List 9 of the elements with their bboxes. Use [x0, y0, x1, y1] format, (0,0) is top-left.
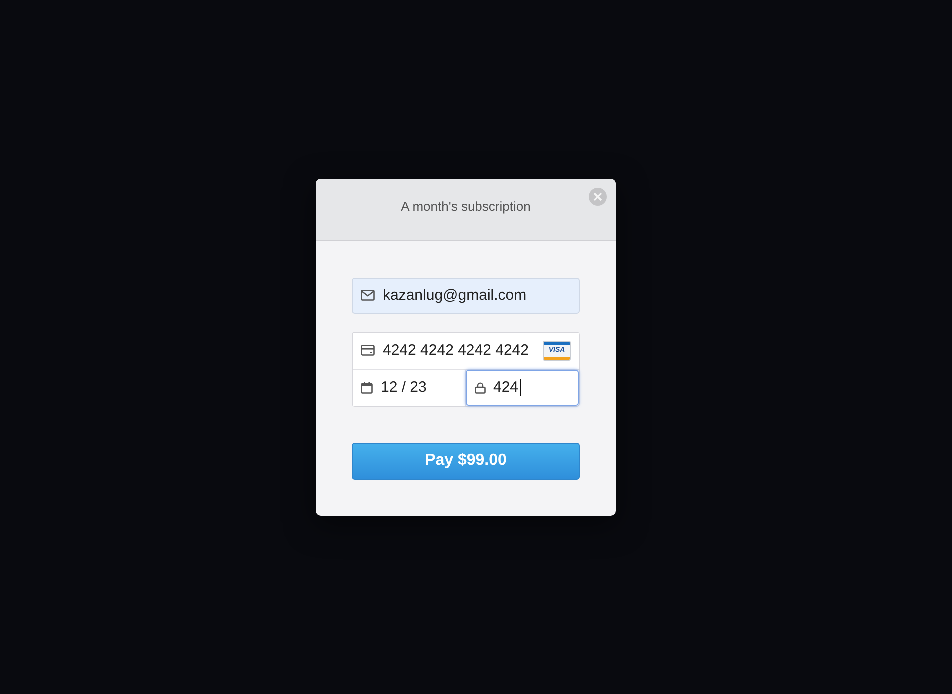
mail-icon: [361, 290, 375, 301]
close-icon[interactable]: [589, 188, 607, 206]
lock-icon: [474, 382, 486, 394]
dialog-title: A month's subscription: [401, 198, 531, 214]
cvc-field[interactable]: 424: [466, 370, 579, 406]
email-field[interactable]: kazanlug@gmail.com: [352, 278, 580, 314]
credit-card-icon: [361, 345, 375, 356]
calendar-icon: [361, 382, 373, 394]
expiry-field[interactable]: 12 / 23: [353, 370, 466, 406]
